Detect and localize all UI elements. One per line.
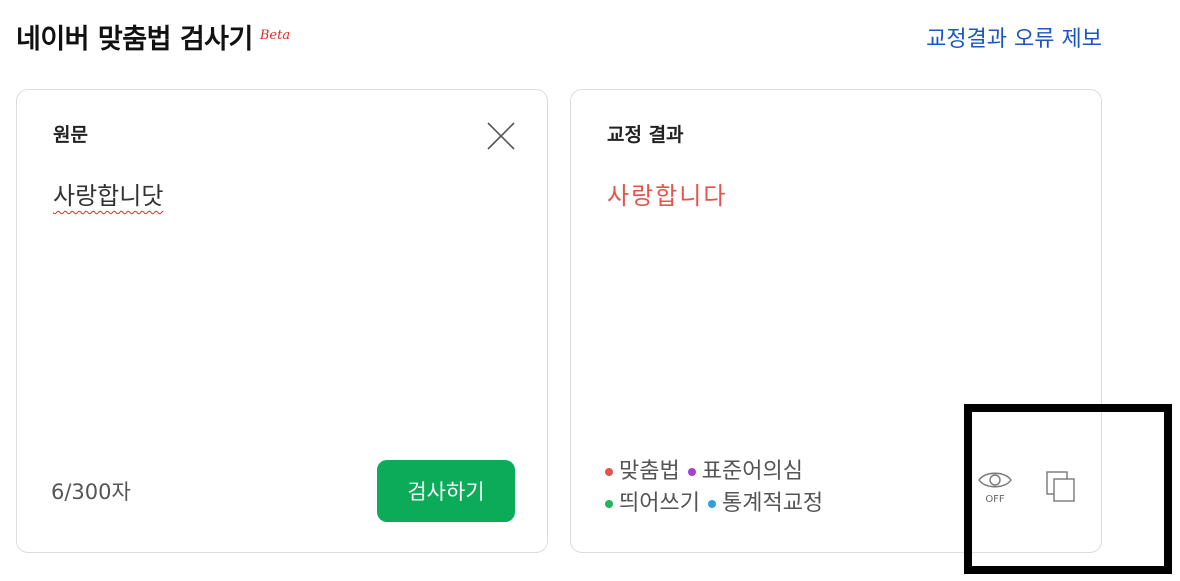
legend-item-spelling: 맞춤법	[605, 456, 680, 488]
legend-dot-spacing	[605, 500, 613, 508]
source-text-input[interactable]: 사랑합니닷	[53, 176, 163, 211]
legend-label-statistical: 통계적교정	[721, 491, 824, 516]
legend-item-statistical: 통계적교정	[707, 488, 824, 520]
result-panel-title: 교정 결과	[607, 124, 684, 146]
legend-item-spacing: 띄어쓰기	[605, 488, 700, 520]
legend-label-standard: 표준어의심	[701, 459, 803, 484]
result-text: 사랑합니다	[607, 182, 728, 210]
check-button[interactable]: 검사하기	[377, 460, 515, 522]
source-panel-title: 원문	[53, 124, 88, 146]
char-count: 6/300자	[51, 480, 131, 504]
source-panel: 원문 사랑합니닷 6/300자 검사하기	[16, 89, 548, 553]
legend-label-spacing: 띄어쓰기	[619, 491, 700, 516]
legend-item-standard: 표준어의심	[687, 456, 803, 488]
legend-dot-spelling	[605, 468, 613, 476]
highlight-box	[964, 404, 1172, 574]
close-icon[interactable]	[485, 120, 517, 152]
page-title: 네이버 맞춤법 검사기	[16, 24, 253, 55]
report-error-link[interactable]: 교정결과 오류 제보	[926, 24, 1102, 56]
legend-dot-standard	[687, 468, 696, 476]
beta-badge: Beta	[259, 28, 291, 43]
app-title: 네이버 맞춤법 검사기 Beta	[16, 20, 290, 60]
legend: 맞춤법 표준어의심 띄어쓰기 통계적교정	[605, 456, 831, 520]
legend-label-spelling: 맞춤법	[619, 459, 680, 484]
legend-dot-statistical	[707, 500, 716, 508]
